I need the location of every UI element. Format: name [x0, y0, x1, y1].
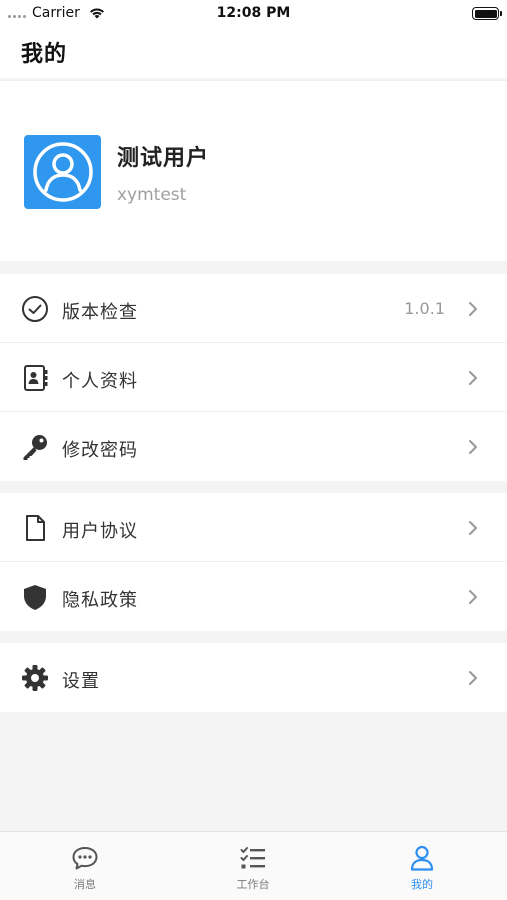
task-list-icon [208, 844, 298, 872]
menu-group-settings: 设置 [0, 643, 507, 712]
tab-label: 工作台 [236, 878, 270, 891]
battery-icon [472, 7, 502, 20]
check-circle-icon [20, 294, 50, 324]
status-time: 12:08 PM [216, 5, 291, 21]
page-title: 我的 [21, 42, 68, 67]
menu-item-label: 个人资料 [62, 371, 138, 392]
chevron-right-icon [469, 302, 477, 316]
tab-label: 消息 [74, 878, 96, 891]
avatar-person-icon [32, 142, 93, 202]
chevron-right-icon [469, 590, 477, 604]
user-account: xymtest [117, 185, 187, 205]
document-icon [20, 513, 50, 543]
gear-icon [20, 663, 50, 693]
key-icon [20, 432, 50, 462]
tab-workbench[interactable]: 工作台 [208, 844, 298, 892]
chevron-right-icon [469, 521, 477, 535]
user-name: 测试用户 [117, 146, 210, 171]
menu-group-legal: 用户协议 隐私政策 [0, 493, 507, 631]
chevron-right-icon [469, 440, 477, 454]
nav-bar: 我的 [0, 28, 507, 78]
menu-item-settings[interactable]: 设置 [0, 643, 507, 712]
tab-mine[interactable]: 我的 [377, 844, 467, 892]
avatar[interactable] [24, 135, 101, 209]
menu-item-label: 设置 [62, 671, 100, 692]
menu-item-user-agreement[interactable]: 用户协议 [0, 493, 507, 562]
profile-card[interactable]: 测试用户 xymtest [0, 80, 507, 261]
tab-bar: 消息 工作台 我的 [0, 831, 507, 900]
shield-icon [20, 582, 50, 612]
tab-label: 我的 [411, 878, 433, 891]
chat-bubble-icon [40, 844, 130, 872]
status-bar: Carrier 12:08 PM [0, 0, 507, 28]
chevron-right-icon [469, 371, 477, 385]
menu-item-label: 版本检查 [62, 302, 138, 323]
version-value: 1.0.1 [404, 299, 445, 318]
menu-item-privacy-policy[interactable]: 隐私政策 [0, 562, 507, 631]
tab-messages[interactable]: 消息 [40, 844, 130, 892]
person-icon [377, 844, 467, 872]
menu-item-version-check[interactable]: 版本检查 1.0.1 [0, 274, 507, 343]
menu-item-label: 隐私政策 [62, 590, 138, 611]
menu-group-account: 版本检查 1.0.1 个人资料 修改密码 [0, 274, 507, 481]
menu-item-label: 用户协议 [62, 521, 138, 542]
menu-item-label: 修改密码 [62, 440, 138, 461]
menu-item-profile[interactable]: 个人资料 [0, 343, 507, 412]
chevron-right-icon [469, 671, 477, 685]
contact-card-icon [20, 363, 50, 393]
menu-item-change-password[interactable]: 修改密码 [0, 412, 507, 481]
